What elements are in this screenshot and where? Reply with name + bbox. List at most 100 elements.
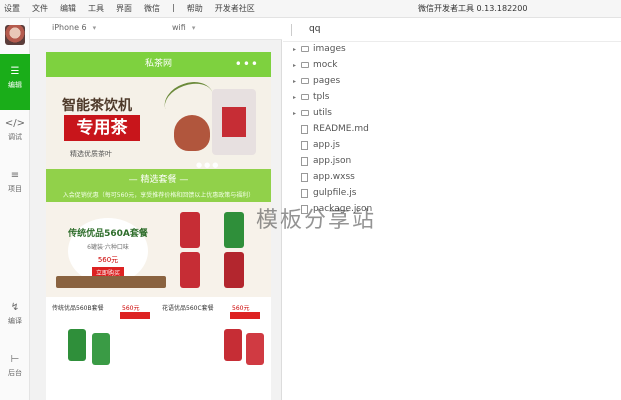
tree-item-label: images: [313, 44, 346, 54]
product-name: 传统优品560B套餐: [52, 305, 104, 312]
sidebar-item-project[interactable]: ≡ 项目: [0, 158, 30, 214]
buy-button[interactable]: [120, 312, 150, 319]
phone-screen: 私茶网 ••• 智能茶饮机 专用茶 精选优质茶叶 ●●● — 精选套餐 — 入会…: [46, 52, 271, 400]
banner-subtitle: 精选优质茶叶: [70, 150, 112, 158]
network-label: wifi: [172, 23, 186, 32]
tree-file-gulpfile[interactable]: gulpfile.js: [293, 186, 356, 200]
chevron-down-icon: ▾: [191, 24, 196, 32]
menu-item-help[interactable]: 帮助: [187, 3, 203, 14]
banner-carousel[interactable]: 智能茶饮机 专用茶 精选优质茶叶 ●●●: [46, 77, 271, 169]
promo-price: 560元: [97, 256, 119, 264]
tree-folder-mock[interactable]: ▸ mock: [293, 58, 337, 72]
menu: 设置 文件 编辑 工具 界面 微信 | 帮助 开发者社区: [0, 3, 255, 14]
tree-item-label: app.js: [313, 140, 340, 150]
menu-item-edit[interactable]: 编辑: [60, 3, 76, 14]
product-card[interactable]: 花语优品560C套餐 560元: [162, 303, 266, 365]
tree-file-app-json[interactable]: app.json: [293, 154, 351, 168]
network-select[interactable]: wifi ▾: [172, 23, 195, 35]
caret-right-icon: ▸: [293, 93, 297, 101]
tree-item-label: README.md: [313, 124, 369, 134]
section-title: — 精选套餐 —: [128, 175, 189, 185]
menu-separator: |: [172, 3, 175, 12]
simulator-toolbar: iPhone 6 ▾ wifi ▾: [30, 18, 282, 40]
tree-item-label: pages: [313, 76, 341, 86]
sidebar-item-label: 后台: [8, 369, 22, 377]
tree-item-label: tpls: [313, 92, 330, 102]
watermark: 模板分享站: [256, 208, 377, 233]
simulator: 私茶网 ••• 智能茶饮机 专用茶 精选优质茶叶 ●●● — 精选套餐 — 入会…: [30, 40, 282, 400]
file-icon: [301, 156, 308, 166]
folder-icon: [301, 46, 309, 52]
tree-folder-tpls[interactable]: ▸ tpls: [293, 90, 329, 104]
device-select[interactable]: iPhone 6 ▾: [52, 23, 96, 35]
product-price: 560元: [122, 305, 140, 312]
folder-icon: [301, 94, 309, 100]
sidebar-item-compile[interactable]: ↯ 编译: [0, 290, 30, 346]
promo-subtitle: 6罐装·六种口味: [87, 244, 129, 251]
tree-item-label: mock: [313, 60, 338, 70]
compile-icon: ↯: [10, 302, 20, 313]
divider: [291, 24, 292, 36]
promo-title: 传统优品560A套餐: [68, 229, 148, 239]
tree-file-app-js[interactable]: app.js: [293, 138, 340, 152]
tree-item-label: utils: [313, 108, 332, 118]
tree-folder-utils[interactable]: ▸ utils: [293, 106, 332, 120]
vase-image: [174, 115, 210, 151]
menu-item-community[interactable]: 开发者社区: [215, 3, 255, 14]
tree-folder-images[interactable]: ▸ images: [293, 42, 346, 56]
tray-image: [56, 276, 166, 288]
product-name: 花语优品560C套餐: [162, 305, 214, 312]
app-title: 私茶网: [144, 59, 172, 69]
caret-right-icon: ▸: [293, 61, 297, 69]
folder-icon: [301, 62, 309, 68]
app-navbar: 私茶网 •••: [46, 52, 271, 77]
device-label: iPhone 6: [52, 23, 87, 32]
buy-button[interactable]: [230, 312, 260, 319]
promo-label: 传统优品560A套餐 6罐装·六种口味 560元 立即购买: [68, 218, 148, 284]
caret-right-icon: ▸: [293, 45, 297, 53]
sidebar-item-debug[interactable]: </> 调试: [0, 106, 30, 162]
carousel-indicator-icon: ●●●: [196, 161, 221, 169]
window-title: 微信开发者工具 0.13.182200: [418, 4, 528, 13]
menu-item-wechat[interactable]: 微信: [144, 3, 160, 14]
sidebar: ☰ 编辑 </> 调试 ≡ 项目 ↯ 编译 ⊢ 后台: [0, 18, 30, 400]
menu-item-file[interactable]: 文件: [32, 3, 48, 14]
chevron-down-icon: ▾: [92, 24, 97, 32]
sidebar-item-label: 编译: [8, 317, 22, 325]
folder-icon: [301, 110, 309, 116]
caret-right-icon: ▸: [293, 77, 297, 85]
section-desc: 入会促销优惠（每可560元，享受推荐价格和回馈以上优惠政策与福利）: [62, 192, 255, 199]
product-card[interactable]: 传统优品560B套餐 560元: [52, 303, 156, 365]
section-header: — 精选套餐 — 入会促销优惠（每可560元，享受推荐价格和回馈以上优惠政策与福…: [46, 169, 271, 202]
more-icon[interactable]: •••: [235, 52, 259, 77]
caret-right-icon: ▸: [293, 109, 297, 117]
code-icon: </>: [4, 118, 26, 129]
menu-lines-icon: ≡: [10, 170, 20, 181]
menubar: 设置 文件 编辑 工具 界面 微信 | 帮助 开发者社区 微信开发者工具 0.1…: [0, 0, 621, 18]
tree-file-app-wxss[interactable]: app.wxss: [293, 170, 355, 184]
file-icon: [301, 188, 308, 198]
tree-folder-pages[interactable]: ▸ pages: [293, 74, 340, 88]
editor-icon: ☰: [10, 66, 20, 77]
menu-item-tools[interactable]: 工具: [88, 3, 104, 14]
sidebar-item-label: 编辑: [8, 81, 22, 89]
file-icon: [301, 140, 308, 150]
tree-file-readme[interactable]: README.md: [293, 122, 369, 136]
sidebar-item-backend[interactable]: ⊢ 后台: [0, 342, 30, 398]
avatar[interactable]: [5, 25, 25, 45]
tree-item-label: gulpfile.js: [313, 188, 357, 198]
tea-jar-image: [212, 89, 256, 155]
tree-item-label: app.json: [313, 156, 352, 166]
sidebar-item-label: 调试: [8, 133, 22, 141]
explorer-header: qq: [283, 18, 621, 42]
product-price: 560元: [232, 305, 250, 312]
file-icon: [301, 124, 308, 134]
project-name: qq: [309, 24, 321, 34]
banner-title: 智能茶饮机: [62, 98, 132, 114]
folder-icon: [301, 78, 309, 84]
tea-cans-image: [174, 208, 268, 294]
sidebar-item-editor[interactable]: ☰ 编辑: [0, 54, 30, 110]
menu-item-view[interactable]: 界面: [116, 3, 132, 14]
menu-item-settings[interactable]: 设置: [4, 3, 20, 14]
promo-card[interactable]: 传统优品560A套餐 6罐装·六种口味 560元 立即购买: [46, 202, 271, 297]
